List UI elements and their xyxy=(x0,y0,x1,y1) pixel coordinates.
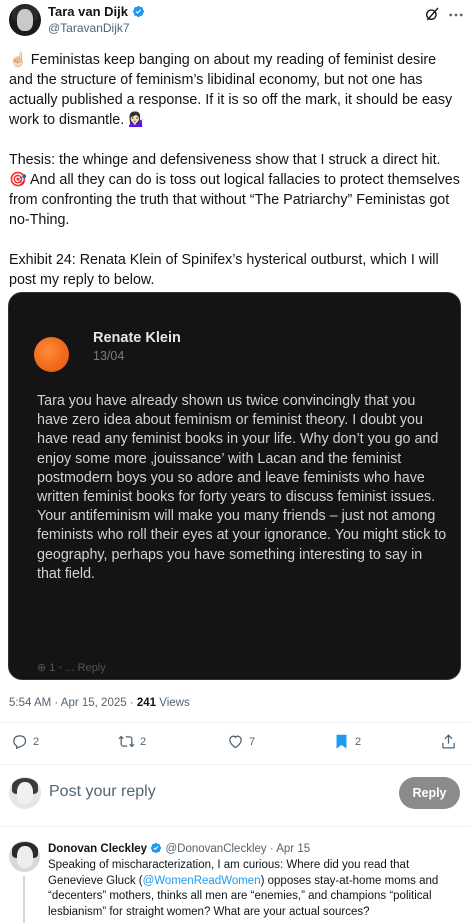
reply-input[interactable]: Post your reply xyxy=(49,783,156,801)
share-action[interactable] xyxy=(440,733,457,750)
tweet-header: Tara van Dijk @TaravanDijk7 xyxy=(0,0,471,44)
author-handle[interactable]: @TaravanDijk7 xyxy=(48,21,130,35)
like-action[interactable]: 7 xyxy=(227,733,255,750)
author-avatar[interactable] xyxy=(9,4,41,36)
bookmark-action[interactable]: 2 xyxy=(333,733,361,750)
bookmark-count: 2 xyxy=(355,735,362,748)
grok-icon[interactable] xyxy=(424,6,440,22)
current-user-avatar[interactable] xyxy=(9,777,41,809)
reply-tweet[interactable]: Donovan Cleckley @DonovanCleckley · Apr … xyxy=(0,836,471,923)
tweet-meta: 5:54 AM · Apr 15, 2025 · 241 Views xyxy=(9,697,190,709)
tweet-timestamp[interactable]: 5:54 AM · Apr 15, 2025 · xyxy=(9,697,137,709)
repost-action[interactable]: 2 xyxy=(118,733,146,750)
divider xyxy=(0,826,471,827)
embedded-avatar xyxy=(34,337,69,372)
reply-action[interactable]: 2 xyxy=(11,733,39,750)
embedded-date: 13/04 xyxy=(93,349,125,363)
verified-badge-icon xyxy=(151,842,162,854)
repost-count: 2 xyxy=(140,735,147,748)
thread-line xyxy=(23,876,25,923)
reply-text: Speaking of mischaracterization, I am cu… xyxy=(48,858,463,920)
heart-icon xyxy=(229,735,242,749)
repost-icon xyxy=(118,735,135,748)
tweet-paragraph-3: Exhibit 24: Renata Klein of Spinifex’s h… xyxy=(9,252,439,288)
divider xyxy=(0,764,471,765)
embedded-name: Renate Klein xyxy=(93,330,181,346)
author-display-name[interactable]: Tara van Dijk xyxy=(48,4,128,19)
reply-author-name[interactable]: Donovan Cleckley xyxy=(48,843,147,855)
views-count: 241 xyxy=(136,697,157,709)
embedded-image[interactable]: Renate Klein 13/04 Tara you have already… xyxy=(8,292,461,680)
reply-count: 2 xyxy=(33,735,40,748)
reply-composer: Post your reply Reply xyxy=(0,774,471,814)
tweet-paragraph-2: Thesis: the whinge and defensiveness sho… xyxy=(9,152,460,228)
verified-badge-icon xyxy=(132,5,145,18)
embedded-message-text: Tara you have already shown us twice con… xyxy=(37,393,447,582)
reply-mention-link[interactable]: @WomenReadWomen xyxy=(143,875,261,887)
reply-icon xyxy=(13,735,27,750)
embedded-cutoff-text: ⊕ 1 ◦ ... Reply xyxy=(37,662,106,674)
tweet-text: ☝🏻 Feministas keep banging on about my r… xyxy=(9,50,461,290)
action-bar: 2 2 7 2 xyxy=(0,733,471,755)
more-icon[interactable] xyxy=(447,6,465,24)
bookmark-icon xyxy=(336,734,347,749)
author-name-row[interactable]: Tara van Dijk xyxy=(48,4,145,19)
tweet-paragraph-1: ☝🏻 Feministas keep banging on about my r… xyxy=(9,52,453,128)
reply-handle-date[interactable]: @DonovanCleckley · Apr 15 xyxy=(165,843,310,855)
share-icon xyxy=(442,734,455,749)
like-count: 7 xyxy=(249,735,256,748)
reply-header: Donovan Cleckley @DonovanCleckley · Apr … xyxy=(48,842,310,855)
reply-author-avatar[interactable] xyxy=(9,841,40,872)
reply-button[interactable]: Reply xyxy=(399,777,460,809)
divider xyxy=(0,722,471,723)
views-label: Views xyxy=(156,697,190,709)
